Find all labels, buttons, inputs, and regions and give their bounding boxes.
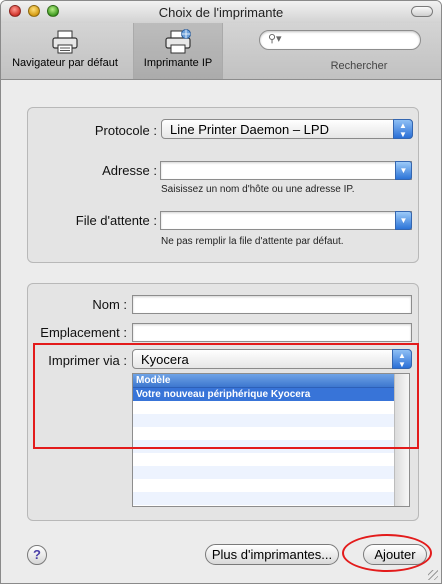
window-title: Choix de l'imprimante: [158, 5, 284, 20]
queue-hint: Ne pas remplir la file d'attente par déf…: [161, 236, 344, 247]
queue-input[interactable]: [161, 212, 411, 229]
location-label: Emplacement :: [40, 325, 127, 340]
help-button[interactable]: ?: [27, 545, 47, 565]
address-label: Adresse :: [102, 163, 157, 178]
list-empty-row: [133, 479, 409, 492]
annotation-highlight-add: [342, 534, 432, 572]
address-field[interactable]: ▼: [160, 161, 412, 180]
protocol-value: Line Printer Daemon – LPD: [170, 122, 329, 137]
annotation-highlight-print-using: [33, 343, 419, 449]
address-input[interactable]: [161, 162, 411, 179]
default-browser-tab[interactable]: Navigateur par défaut: [1, 23, 129, 79]
toolbar: Navigateur par défaut Imprimante IP ⚲▾ R…: [1, 23, 441, 80]
location-field[interactable]: [132, 323, 412, 342]
search-input[interactable]: [286, 32, 416, 48]
list-empty-row: [133, 492, 409, 505]
title-bar: Choix de l'imprimante: [1, 1, 441, 23]
search-label: Rechercher: [330, 60, 388, 72]
protocol-popup[interactable]: Line Printer Daemon – LPD ▲ ▼: [161, 119, 413, 139]
printer-icon: [52, 30, 78, 54]
protocol-label: Protocole :: [94, 123, 157, 138]
toolbar-toggle-button[interactable]: [411, 6, 433, 17]
search-field[interactable]: ⚲▾: [259, 30, 421, 50]
name-field[interactable]: [132, 295, 412, 314]
search-icon: ⚲▾: [268, 33, 282, 45]
combo-arrow-icon[interactable]: ▼: [395, 211, 412, 230]
popup-updown-icon: ▲ ▼: [393, 119, 413, 139]
queue-label: File d'attente :: [75, 213, 157, 228]
resize-grip-icon[interactable]: [428, 570, 438, 580]
default-browser-label: Navigateur par défaut: [12, 57, 118, 69]
name-input[interactable]: [133, 296, 411, 313]
list-empty-row: [133, 466, 409, 479]
name-label: Nom :: [92, 297, 127, 312]
address-hint: Saisissez un nom d'hôte ou une adresse I…: [161, 184, 355, 195]
printer-browser-window: Choix de l'imprimante Navigateur par déf…: [0, 0, 442, 584]
ip-printer-label: Imprimante IP: [143, 57, 213, 69]
combo-arrow-icon[interactable]: ▼: [395, 161, 412, 180]
queue-field[interactable]: ▼: [160, 211, 412, 230]
network-printer-icon: [165, 29, 191, 54]
ip-printer-tab[interactable]: Imprimante IP: [133, 23, 223, 79]
list-empty-row: [133, 453, 409, 466]
more-printers-button[interactable]: Plus d'imprimantes...: [205, 544, 339, 565]
location-input[interactable]: [133, 324, 411, 341]
